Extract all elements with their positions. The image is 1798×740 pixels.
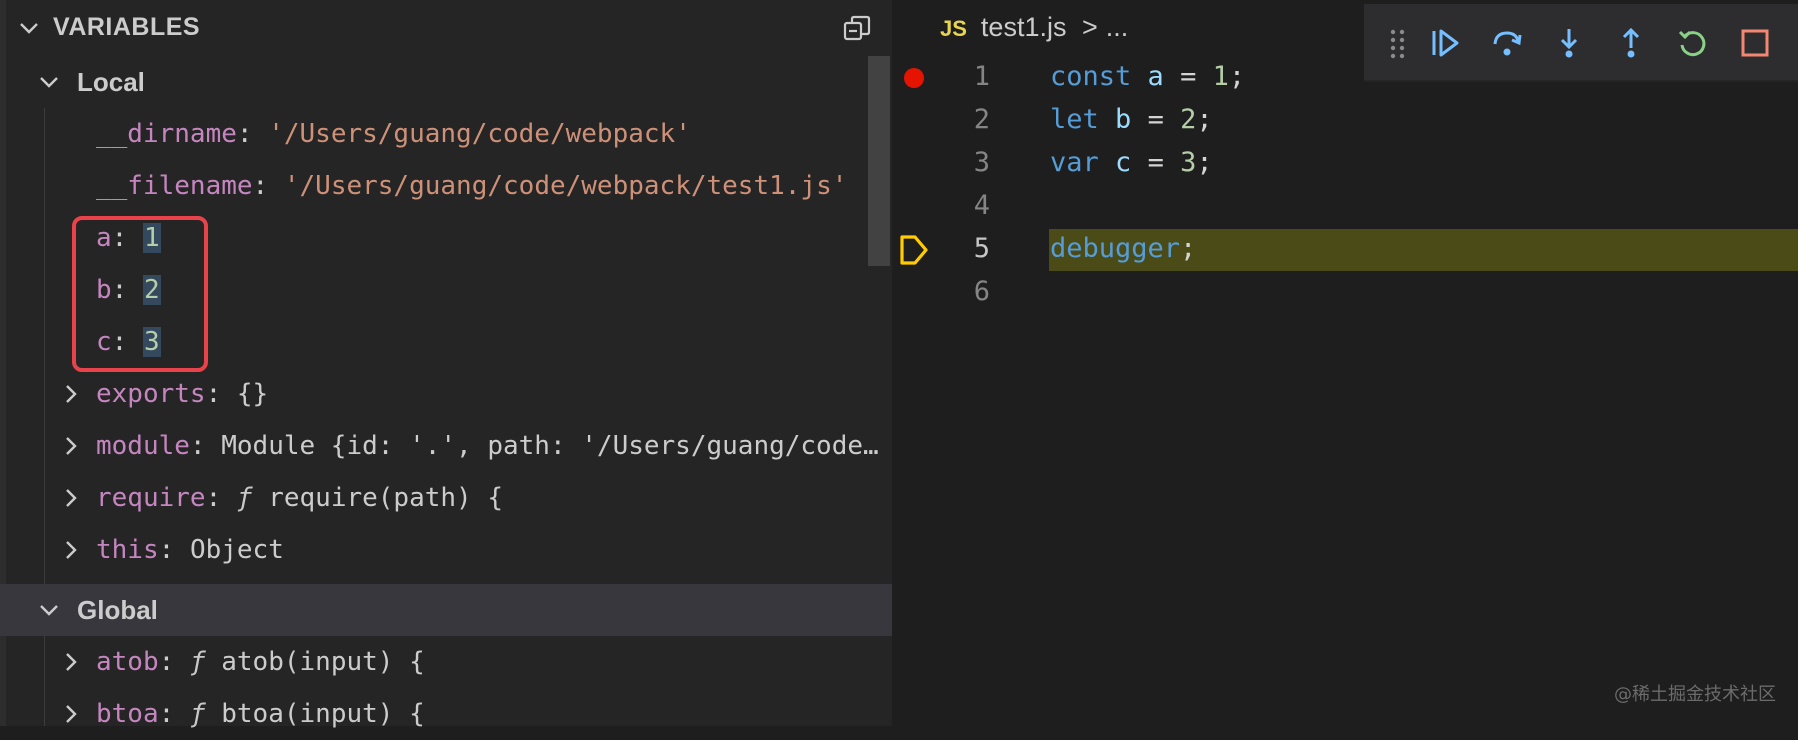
variable-name: require [96,483,206,513]
variable-row[interactable]: atob: ƒ atob(input) { [0,636,892,688]
current-execution-arrow-icon [899,234,929,266]
line-number: 6 [973,276,990,307]
local-section-title: Local [77,67,145,97]
variable-name: atob [96,647,159,677]
variable-name: __dirname [96,119,237,149]
line-number: 2 [973,104,990,135]
breakpoint-icon[interactable] [904,68,924,88]
chevron-right-icon[interactable] [60,539,82,561]
step-out-icon[interactable] [1614,26,1648,60]
variable-row[interactable]: exports: {} [0,368,892,420]
variable-name: __filename [96,171,253,201]
variable-value: btoa(input) { [221,699,425,729]
variable-value: '/Users/guang/code/webpack' [268,119,691,149]
stop-icon[interactable] [1738,26,1772,60]
code-line-current[interactable]: debugger; [1050,228,1196,270]
variable-name: btoa [96,699,159,729]
drag-grip-icon[interactable] [1388,26,1408,60]
line-number: 3 [973,147,990,178]
variable-row[interactable]: this: Object [0,524,892,576]
variable-row[interactable]: btoa: ƒ btoa(input) { [0,688,892,740]
step-into-icon[interactable] [1552,26,1586,60]
variable-value: '/Users/guang/code/webpack/test1.js' [283,171,848,201]
editor-tab-breadcrumb[interactable]: JS test1.js >... [940,12,1128,48]
breadcrumb-separator: > [1081,12,1098,42]
collapse-all-icon[interactable] [842,14,872,44]
chevron-right-icon[interactable] [60,651,82,673]
variable-name: module [96,431,190,461]
editor-pane [892,0,1798,726]
js-file-icon: JS [940,16,967,41]
variable-name: exports [96,379,206,409]
function-prefix: ƒ [189,699,206,729]
breadcrumb-more[interactable]: ... [1106,12,1129,42]
chevron-right-icon[interactable] [60,383,82,405]
highlight-annotation-box [72,216,208,372]
variable-name: this [96,535,159,565]
line-number: 4 [973,190,990,221]
continue-icon[interactable] [1428,26,1462,60]
code-line[interactable]: var c = 3; [1050,142,1213,184]
chevron-right-icon[interactable] [60,487,82,509]
chevron-down-icon[interactable] [38,71,60,93]
chevron-down-icon[interactable] [18,17,40,39]
global-section-title: Global [77,595,158,625]
variable-value: Object [189,535,284,565]
chevron-right-icon[interactable] [60,435,82,457]
variable-value: require(path) { [268,483,504,513]
local-section-header[interactable]: Local [0,56,892,108]
code-line[interactable]: let b = 2; [1050,99,1213,141]
line-number-current: 5 [973,233,990,264]
variable-value: {} [236,379,269,409]
variable-row[interactable]: __filename: '/Users/guang/code/webpack/t… [0,160,892,212]
variable-value: atob(input) { [221,647,425,677]
variables-title: VARIABLES [53,13,201,41]
restart-icon[interactable] [1676,26,1710,60]
function-prefix: ƒ [236,483,253,513]
variable-value: Module {id: '.', path: '/Users/guang/cod… [221,431,879,461]
variable-row[interactable]: __dirname: '/Users/guang/code/webpack' [0,108,892,160]
step-over-icon[interactable] [1490,26,1524,60]
code-line[interactable]: const a = 1; [1050,56,1245,98]
watermark: @稀土掘金技术社区 [1614,684,1776,705]
chevron-down-icon[interactable] [38,599,60,621]
chevron-right-icon[interactable] [60,703,82,725]
function-prefix: ƒ [189,647,206,677]
line-number: 1 [973,61,990,92]
debug-toolbar [1364,4,1798,82]
variable-row[interactable]: require: ƒ require(path) { [0,472,892,524]
variables-panel: VARIABLES Local __dirname: '/Users/guang… [0,0,892,729]
variables-header[interactable]: VARIABLES [0,0,892,56]
tab-filename[interactable]: test1.js [981,12,1067,42]
global-section-header[interactable]: Global [0,584,892,636]
variable-row[interactable]: module: Module {id: '.', path: '/Users/g… [0,420,892,472]
